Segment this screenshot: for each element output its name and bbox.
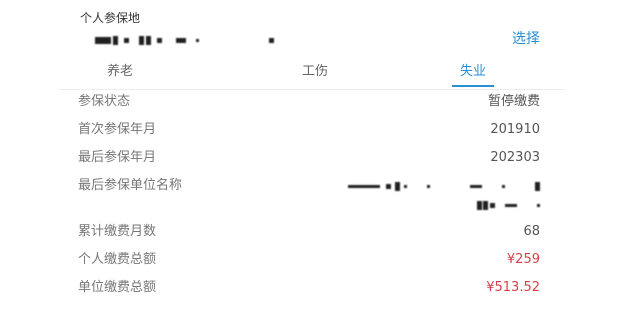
insurance-detail-list: 参保状态 暂停缴费 首次参保年月 201910 最后参保年月 202303 最后… [78,94,540,308]
tab-work-injury-label: 工伤 [302,64,329,79]
last-employer-name-row: 最后参保单位名称 [78,178,540,224]
personal-contribution-total-label: 个人缴费总额 [78,252,157,267]
last-enrollment-month-row: 最后参保年月 202303 [78,150,540,178]
total-contribution-months-value: 68 [523,224,540,239]
tab-work-injury[interactable]: 工伤 [302,64,328,80]
last-employer-name-redacted [348,178,540,213]
personal-contribution-total-row: 个人缴费总额 ¥259 [78,252,540,280]
insurance-status-row: 参保状态 暂停缴费 [78,94,540,122]
select-location-button[interactable]: 选择 [512,30,540,48]
location-title: 个人参保地 [80,11,141,25]
last-employer-name-label: 最后参保单位名称 [78,178,183,193]
insurance-detail-page: 个人参保地 选择 养老 工伤 失业 参保状态 暂停缴费 首次参保年月 20191… [0,0,640,320]
tab-unemployment[interactable]: 失业 [452,64,495,87]
active-tab-indicator [452,85,495,87]
location-name-redacted [95,34,274,46]
first-enrollment-month-row: 首次参保年月 201910 [78,122,540,150]
insurance-status-value: 暂停缴费 [487,94,540,109]
last-enrollment-month-value: 202303 [490,150,540,165]
tab-pension[interactable]: 养老 [107,64,133,80]
employer-contribution-total-value: ¥513.52 [486,280,540,295]
employer-contribution-total-row: 单位缴费总额 ¥513.52 [78,280,540,308]
employer-contribution-total-label: 单位缴费总额 [78,280,157,295]
first-enrollment-month-label: 首次参保年月 [78,122,157,137]
tabs-divider [60,89,565,90]
insurance-status-label: 参保状态 [78,94,131,109]
personal-contribution-total-value: ¥259 [506,252,540,267]
tab-pension-label: 养老 [107,64,134,79]
tab-unemployment-label: 失业 [460,64,487,79]
total-contribution-months-row: 累计缴费月数 68 [78,224,540,252]
last-enrollment-month-label: 最后参保年月 [78,150,157,165]
first-enrollment-month-value: 201910 [490,122,540,137]
total-contribution-months-label: 累计缴费月数 [78,224,157,239]
